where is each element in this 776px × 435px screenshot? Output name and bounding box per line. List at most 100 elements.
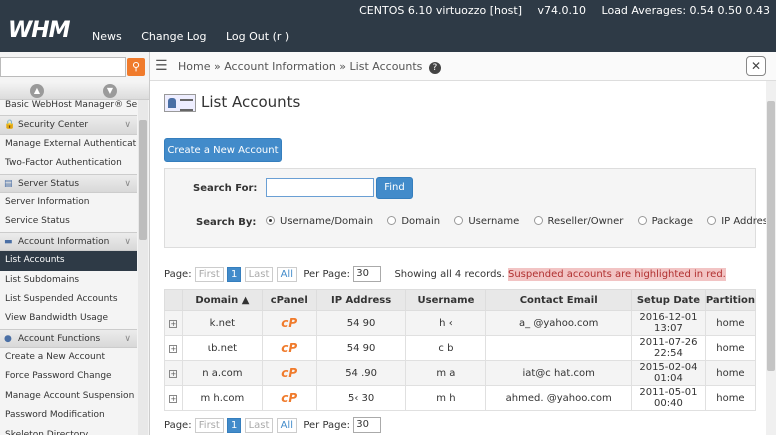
sidebar-item-skeleton[interactable]: Skeleton Directory [0, 426, 137, 435]
table-row: + n a.com cP 54 .90 m a iat@c hat.com 20… [164, 360, 757, 386]
main-scrollbar[interactable] [766, 81, 776, 435]
expand-icon[interactable]: + [169, 319, 178, 328]
last-page-button[interactable]: Last [244, 266, 274, 282]
change-log-link[interactable]: Change Log [141, 30, 206, 43]
cpanel-cell[interactable]: cP [261, 385, 317, 411]
sidebar-item-basic-setup[interactable]: Basic WebHost Manager® Setup [0, 96, 137, 115]
col-partition[interactable]: Partition [704, 289, 757, 311]
sidebar-scrollbar[interactable] [138, 100, 148, 435]
first-page-button[interactable]: First [194, 417, 224, 433]
all-pages-button[interactable]: All [276, 266, 297, 282]
ip-cell[interactable]: 54 90 [315, 310, 407, 336]
domain-cell[interactable]: n a.com [181, 360, 263, 386]
sidebar-item-server-info[interactable]: Server Information [0, 193, 137, 212]
logout-link[interactable]: Log Out (r ) [226, 30, 289, 43]
sidebar-item-list-subdomains[interactable]: List Subdomains [0, 271, 137, 290]
domain-cell[interactable]: k.net [181, 310, 263, 336]
breadcrumb-home[interactable]: Home [178, 60, 210, 73]
radio-label: Username/Domain [280, 216, 374, 227]
ip-cell[interactable]: 5‹ 30 [315, 385, 407, 411]
current-page-button[interactable]: 1 [227, 266, 242, 282]
expand-cell[interactable]: + [164, 310, 183, 336]
sidebar-item-list-accounts[interactable]: List Accounts [0, 251, 137, 271]
first-page-button[interactable]: First [194, 266, 224, 282]
sidebar-scroll-thumb[interactable] [139, 120, 147, 240]
sidebar-item-password-mod[interactable]: Password Modification [0, 406, 137, 425]
sidebar-item-service-status[interactable]: Service Status [0, 212, 137, 231]
email-cell[interactable]: iat@c hat.com [485, 360, 632, 386]
chevron-down-icon: ∨ [124, 178, 131, 189]
breadcrumb-section[interactable]: Account Information [224, 60, 336, 73]
expand-icon[interactable]: + [169, 344, 178, 353]
expand-cell[interactable]: + [164, 385, 183, 411]
sidebar-item-two-factor[interactable]: Two-Factor Authentication [0, 154, 137, 173]
radio-username[interactable]: Username [454, 216, 519, 227]
ip-cell[interactable]: 54 90 [315, 335, 407, 361]
sidebar-item-external-auth[interactable]: Manage External Authentications [0, 135, 137, 154]
pager-top: Page: First 1 Last All Per Page: 30 Show… [164, 266, 726, 282]
expand-icon[interactable]: + [169, 369, 178, 378]
sidebar-header-server-status[interactable]: ▤ Server Status ∨ [0, 173, 137, 193]
username-cell: m h [405, 385, 487, 411]
col-username[interactable]: Username [405, 289, 487, 311]
expand-cell[interactable]: + [164, 360, 183, 386]
current-page-button[interactable]: 1 [227, 417, 242, 433]
find-button[interactable]: Find [376, 177, 413, 199]
radio-package[interactable]: Package [637, 216, 693, 227]
sidebar-item-list-suspended[interactable]: List Suspended Accounts [0, 290, 137, 309]
col-ip[interactable]: IP Address [315, 289, 407, 311]
sidebar-header-account-functions[interactable]: ● Account Functions ∨ [0, 328, 137, 349]
per-page-label: Per Page: [303, 420, 351, 431]
sidebar-item-bandwidth[interactable]: View Bandwidth Usage [0, 309, 137, 328]
radio-reseller-owner[interactable]: Reseller/Owner [533, 216, 623, 227]
username-cell: m a [405, 360, 487, 386]
expand-icon[interactable]: + [169, 394, 178, 403]
email-cell[interactable]: a_ @yahoo.com [485, 310, 632, 336]
breadcrumb-current: List Accounts [349, 60, 423, 73]
help-icon[interactable]: ? [428, 62, 441, 74]
col-email[interactable]: Contact Email [485, 289, 632, 311]
cpanel-icon[interactable]: cP [281, 366, 297, 380]
table-row: + m h.com cP 5‹ 30 m h ahmed. @yahoo.com… [164, 385, 757, 411]
expand-cell[interactable]: + [164, 335, 183, 361]
col-cpanel[interactable]: cPanel [261, 289, 317, 311]
radio-ip-address[interactable]: IP Address [707, 216, 766, 227]
col-setup-date[interactable]: Setup Date [630, 289, 706, 311]
cpanel-icon[interactable]: cP [281, 391, 297, 405]
email-cell[interactable] [485, 335, 632, 361]
per-page-input[interactable]: 30 [353, 417, 382, 433]
col-domain[interactable]: Domain ▲ [181, 289, 263, 311]
sidebar-item-force-password[interactable]: Force Password Change [0, 367, 137, 386]
all-pages-button[interactable]: All [276, 417, 297, 433]
breadcrumb: Home » Account Information » List Accoun… [178, 60, 441, 74]
accounts-table: Domain ▲ cPanel IP Address Username Cont… [164, 289, 757, 411]
search-panel: Search For: Find Search By: Username/Dom… [164, 168, 766, 248]
cpanel-cell[interactable]: cP [261, 335, 317, 361]
sidebar-item-suspension[interactable]: Manage Account Suspension [0, 387, 137, 406]
table-row: + k.net cP 54 90 h ‹ a_ @yahoo.com 2016-… [164, 310, 757, 336]
cpanel-cell[interactable]: cP [261, 360, 317, 386]
search-input[interactable] [266, 178, 374, 197]
create-account-button[interactable]: Create a New Account [164, 138, 282, 162]
ip-cell[interactable]: 54 .90 [315, 360, 407, 386]
sidebar-header-security[interactable]: 🔒 Security Center ∨ [0, 115, 137, 135]
cpanel-icon[interactable]: cP [281, 316, 297, 330]
last-page-button[interactable]: Last [244, 417, 274, 433]
domain-cell[interactable]: ιb.net [181, 335, 263, 361]
close-icon[interactable]: ✕ [746, 56, 766, 76]
cpanel-cell[interactable]: cP [261, 310, 317, 336]
radio-domain[interactable]: Domain [387, 216, 440, 227]
news-link[interactable]: News [92, 30, 122, 43]
main-scroll-thumb[interactable] [767, 101, 775, 371]
sidebar-header-account-info[interactable]: ▬ Account Information ∨ [0, 231, 137, 252]
domain-cell[interactable]: m h.com [181, 385, 263, 411]
whm-logo[interactable]: WHM [8, 18, 71, 43]
per-page-input[interactable]: 30 [353, 266, 382, 282]
email-cell[interactable]: ahmed. @yahoo.com [485, 385, 632, 411]
sidebar-search-input[interactable] [0, 57, 126, 77]
search-icon[interactable]: ⚲ [127, 58, 145, 76]
menu-toggle-icon[interactable]: ☰ [155, 58, 168, 74]
cpanel-icon[interactable]: cP [281, 341, 297, 355]
sidebar-item-create-account[interactable]: Create a New Account [0, 348, 137, 367]
radio-username-domain[interactable]: Username/Domain [266, 216, 373, 227]
